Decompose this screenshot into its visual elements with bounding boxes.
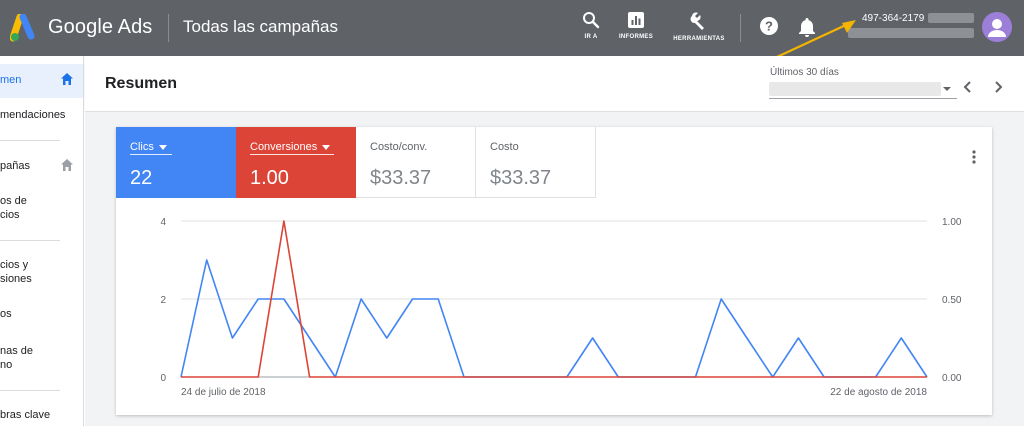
sidebar-item-keywords[interactable]: bras clave [0, 408, 50, 422]
y-right-tick-label: 0.50 [942, 295, 962, 306]
search-icon [583, 12, 600, 29]
date-range-underline [769, 98, 957, 99]
metric-cost[interactable]: Costo $33.37 [476, 127, 596, 198]
user-icon [988, 19, 1006, 37]
sidebar-item-landing-pages-line2[interactable]: no [0, 358, 12, 372]
y-left-tick-label: 2 [160, 295, 166, 306]
performance-chart: 0 0.00 2 0.50 4 1.00 24 de julio de 2018 22 de … [160, 217, 962, 398]
tools-button[interactable]: HERRAMIENTAS [668, 11, 730, 42]
metric-conversions[interactable]: Conversiones 1.00 [236, 127, 356, 198]
x-start-label: 24 de julio de 2018 [181, 387, 266, 398]
home-icon[interactable] [60, 158, 74, 172]
account-id[interactable]: 497-364-2179 [862, 13, 924, 24]
google-ads-logo[interactable] [10, 14, 40, 42]
sidebar: men mendaciones pañas os de cios cios y … [0, 56, 84, 426]
reports-icon [628, 12, 644, 28]
chevron-right-icon[interactable] [992, 80, 1004, 94]
top-bar: Google Ads Todas las campañas IR A INFOR… [0, 0, 1024, 56]
metric-clicks-label[interactable]: Clics [130, 141, 167, 153]
sidebar-item-ads-line2[interactable]: siones [0, 272, 32, 286]
metric-cost-label: Costo [490, 141, 519, 153]
sidebar-item-summary[interactable]: men [0, 73, 21, 87]
more-vert-icon[interactable] [971, 149, 977, 165]
metric-clicks[interactable]: Clics 22 [116, 127, 236, 198]
metric-conversions-label[interactable]: Conversiones [250, 141, 331, 153]
go-to-label: IR A [584, 34, 598, 40]
chevron-left-icon[interactable] [962, 80, 974, 94]
x-end-label: 22 de agosto de 2018 [830, 387, 927, 398]
metric-conversions-underline [250, 154, 334, 155]
wrench-icon [690, 12, 704, 30]
date-range-dropdown-icon[interactable] [943, 87, 951, 91]
account-email-redacted [848, 28, 974, 38]
sidebar-divider [0, 240, 60, 241]
page-heading: Todas las campañas [183, 17, 338, 36]
dropdown-caret-icon [322, 144, 331, 150]
metric-conversions-value: 1.00 [250, 167, 289, 189]
reports-label: INFORMES [618, 34, 654, 40]
metric-cost-per-conversion-value: $33.37 [370, 167, 432, 189]
sidebar-item-campaigns[interactable]: pañas [0, 159, 30, 173]
y-right-tick-label: 0.00 [942, 373, 962, 384]
account-name-redacted [928, 13, 974, 23]
metric-clicks-value: 22 [130, 167, 153, 189]
sidebar-item-videos[interactable]: os [0, 307, 12, 321]
sidebar-item-ads-line1[interactable]: cios y [0, 258, 28, 272]
y-left-tick-label: 0 [160, 373, 166, 384]
sidebar-divider [0, 140, 60, 141]
sidebar-divider [0, 390, 60, 391]
sidebar-item-ad-groups-line1[interactable]: os de [0, 194, 27, 208]
y-left-tick-label: 4 [160, 217, 166, 228]
home-icon[interactable] [60, 72, 74, 86]
date-range-label: Últimos 30 días [770, 67, 839, 78]
overview-card: Clics 22 Conversiones 1.00 Costo/conv. $… [116, 127, 992, 415]
dropdown-caret-icon [158, 144, 167, 150]
y-right-tick-label: 1.00 [942, 217, 962, 228]
sidebar-item-recommendations[interactable]: mendaciones [0, 108, 65, 122]
sidebar-item-landing-pages-line1[interactable]: nas de [0, 344, 33, 358]
tools-label: HERRAMIENTAS [673, 36, 725, 42]
metric-cost-per-conversion-label: Costo/conv. [370, 141, 428, 153]
metric-cost-per-conversion[interactable]: Costo/conv. $33.37 [356, 127, 476, 198]
top-divider [168, 14, 169, 42]
summary-header: Resumen Últimos 30 días [85, 56, 1024, 112]
metric-clicks-underline [130, 154, 172, 155]
metric-cost-value: $33.37 [490, 167, 552, 189]
reports-button[interactable]: INFORMES [616, 11, 656, 40]
date-range-value-redacted[interactable] [769, 82, 941, 96]
avatar[interactable] [982, 12, 1012, 42]
brand-name[interactable]: Google Ads [48, 16, 152, 39]
page-title: Resumen [105, 75, 178, 92]
sidebar-item-ad-groups-line2[interactable]: cios [0, 208, 20, 222]
go-to-button[interactable]: IR A [577, 11, 605, 40]
